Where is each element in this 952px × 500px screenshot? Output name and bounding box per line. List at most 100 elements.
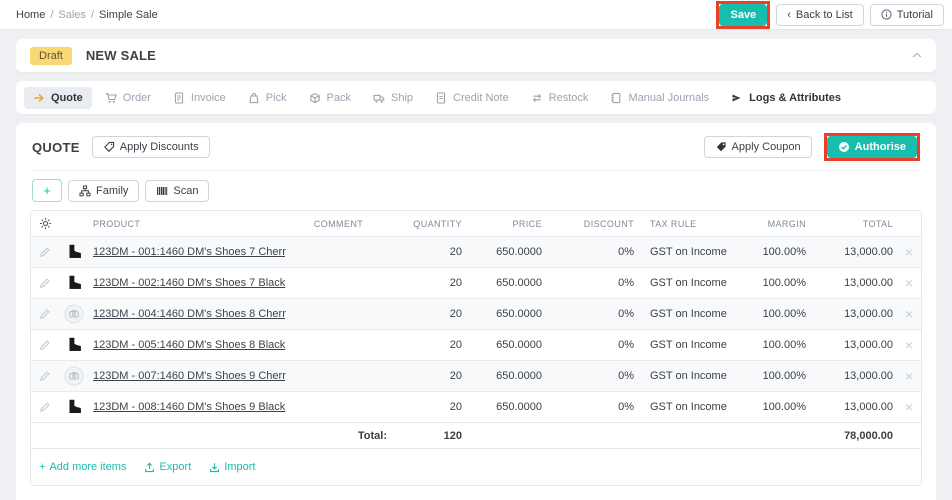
margin-cell: 100.00% xyxy=(750,277,810,289)
product-thumbnail[interactable] xyxy=(59,274,89,292)
check-circle-icon xyxy=(838,141,850,153)
total-cell: 13,000.00 xyxy=(810,277,897,289)
tab-manual-journals[interactable]: Manual Journals xyxy=(601,87,718,109)
family-button[interactable]: Family xyxy=(68,180,139,202)
discount-cell[interactable]: 0% xyxy=(546,277,638,289)
tax-rule-cell[interactable]: GST on Income xyxy=(638,308,750,320)
discount-cell[interactable]: 0% xyxy=(546,246,638,258)
price-cell[interactable]: 650.0000 xyxy=(466,246,546,258)
header-total: TOTAL xyxy=(810,219,897,229)
breadcrumb-home[interactable]: Home xyxy=(16,9,45,21)
import-label: Import xyxy=(224,461,255,473)
tutorial-button[interactable]: Tutorial xyxy=(870,4,944,26)
table-row: 123DM - 001:1460 DM's Shoes 7 Cherry Red… xyxy=(31,237,921,268)
quantity-cell[interactable]: 20 xyxy=(391,277,466,289)
quantity-cell[interactable]: 20 xyxy=(391,308,466,320)
product-thumbnail[interactable] xyxy=(59,304,89,324)
collapse-chevron-up-icon[interactable] xyxy=(912,52,922,59)
tab-label: Manual Journals xyxy=(628,92,709,104)
edit-pencil-icon[interactable] xyxy=(39,339,51,351)
price-cell[interactable]: 650.0000 xyxy=(466,277,546,289)
quantity-cell[interactable]: 20 xyxy=(391,339,466,351)
quantity-cell[interactable]: 20 xyxy=(391,370,466,382)
apply-coupon-button[interactable]: Apply Coupon xyxy=(704,136,812,158)
gear-icon[interactable] xyxy=(39,217,52,230)
tab-quote[interactable]: Quote xyxy=(24,87,92,109)
export-icon xyxy=(144,462,155,473)
product-link[interactable]: 123DM - 002:1460 DM's Shoes 7 Black xyxy=(93,277,285,289)
tax-rule-cell[interactable]: GST on Income xyxy=(638,370,750,382)
product-link[interactable]: 123DM - 004:1460 DM's Shoes 8 Cherry Red xyxy=(93,308,286,320)
restock-arrows-icon xyxy=(531,92,543,104)
add-more-items-label: Add more items xyxy=(49,461,126,473)
product-thumbnail[interactable] xyxy=(59,398,89,416)
edit-pencil-icon[interactable] xyxy=(39,246,51,258)
authorise-button[interactable]: Authorise xyxy=(827,136,917,158)
tax-rule-cell[interactable]: GST on Income xyxy=(638,339,750,351)
tab-logs-attributes[interactable]: Logs & Attributes xyxy=(722,87,850,109)
back-to-list-button[interactable]: ‹ Back to List xyxy=(776,4,864,26)
tab-credit-note[interactable]: Credit Note xyxy=(426,87,518,109)
import-icon xyxy=(209,462,220,473)
tax-rule-cell[interactable]: GST on Income xyxy=(638,401,750,413)
total-label: Total: xyxy=(286,430,391,442)
breadcrumb-sales[interactable]: Sales xyxy=(58,9,86,21)
breadcrumb-current-page: Simple Sale xyxy=(99,9,158,21)
edit-pencil-icon[interactable] xyxy=(39,370,51,382)
tab-pack[interactable]: Pack xyxy=(300,87,360,109)
edit-pencil-icon[interactable] xyxy=(39,277,51,289)
quantity-cell[interactable]: 20 xyxy=(391,401,466,413)
remove-row-icon[interactable]: × xyxy=(905,338,913,352)
discount-cell[interactable]: 0% xyxy=(546,339,638,351)
save-button[interactable]: Save xyxy=(719,4,767,26)
import-link[interactable]: Import xyxy=(209,461,255,473)
margin-cell: 100.00% xyxy=(750,308,810,320)
product-thumbnail[interactable] xyxy=(59,336,89,354)
header-quantity: QUANTITY xyxy=(391,219,466,229)
edit-pencil-icon[interactable] xyxy=(39,401,51,413)
tab-ship[interactable]: Ship xyxy=(364,87,422,109)
apply-discounts-button[interactable]: Apply Discounts xyxy=(92,136,210,158)
discount-cell[interactable]: 0% xyxy=(546,308,638,320)
discount-cell[interactable]: 0% xyxy=(546,370,638,382)
add-more-items-link[interactable]: + Add more items xyxy=(39,461,126,473)
product-link[interactable]: 123DM - 007:1460 DM's Shoes 9 Cherry Red xyxy=(93,370,286,382)
header-comment: COMMENT xyxy=(286,219,391,229)
product-thumbnail[interactable] xyxy=(59,366,89,386)
discount-cell[interactable]: 0% xyxy=(546,401,638,413)
product-thumbnail[interactable] xyxy=(59,243,89,261)
header-tax-rule: TAX RULE xyxy=(638,219,750,229)
remove-row-icon[interactable]: × xyxy=(905,245,913,259)
product-link[interactable]: 123DM - 008:1460 DM's Shoes 9 Black xyxy=(93,401,285,413)
export-link[interactable]: Export xyxy=(144,461,191,473)
product-link[interactable]: 123DM - 001:1460 DM's Shoes 7 Cherry Red xyxy=(93,246,286,258)
remove-row-icon[interactable]: × xyxy=(905,276,913,290)
price-cell[interactable]: 650.0000 xyxy=(466,370,546,382)
tab-restock[interactable]: Restock xyxy=(522,87,598,109)
tab-invoice[interactable]: Invoice xyxy=(164,87,235,109)
page-title: NEW SALE xyxy=(86,48,156,63)
remove-row-icon[interactable]: × xyxy=(905,369,913,383)
quantity-cell[interactable]: 20 xyxy=(391,246,466,258)
edit-pencil-icon[interactable] xyxy=(39,308,51,320)
breadcrumb-separator: / xyxy=(91,9,94,21)
tax-rule-cell[interactable]: GST on Income xyxy=(638,246,750,258)
no-image-icon xyxy=(64,366,84,386)
price-cell[interactable]: 650.0000 xyxy=(466,339,546,351)
header-margin: MARGIN xyxy=(750,219,810,229)
total-cell: 13,000.00 xyxy=(810,401,897,413)
product-link[interactable]: 123DM - 005:1460 DM's Shoes 8 Black xyxy=(93,339,285,351)
table-row: 123DM - 002:1460 DM's Shoes 7 Black 20 6… xyxy=(31,268,921,299)
tab-pick[interactable]: Pick xyxy=(239,87,296,109)
price-cell[interactable]: 650.0000 xyxy=(466,401,546,413)
scan-button[interactable]: Scan xyxy=(145,180,209,202)
price-cell[interactable]: 650.0000 xyxy=(466,308,546,320)
tax-rule-cell[interactable]: GST on Income xyxy=(638,277,750,289)
remove-row-icon[interactable]: × xyxy=(905,400,913,414)
box-icon xyxy=(309,92,321,104)
remove-row-icon[interactable]: × xyxy=(905,307,913,321)
arrow-right-icon xyxy=(33,92,45,104)
tab-label: Quote xyxy=(51,92,83,104)
add-line-button[interactable]: + xyxy=(32,179,62,202)
tab-order[interactable]: Order xyxy=(96,87,160,109)
